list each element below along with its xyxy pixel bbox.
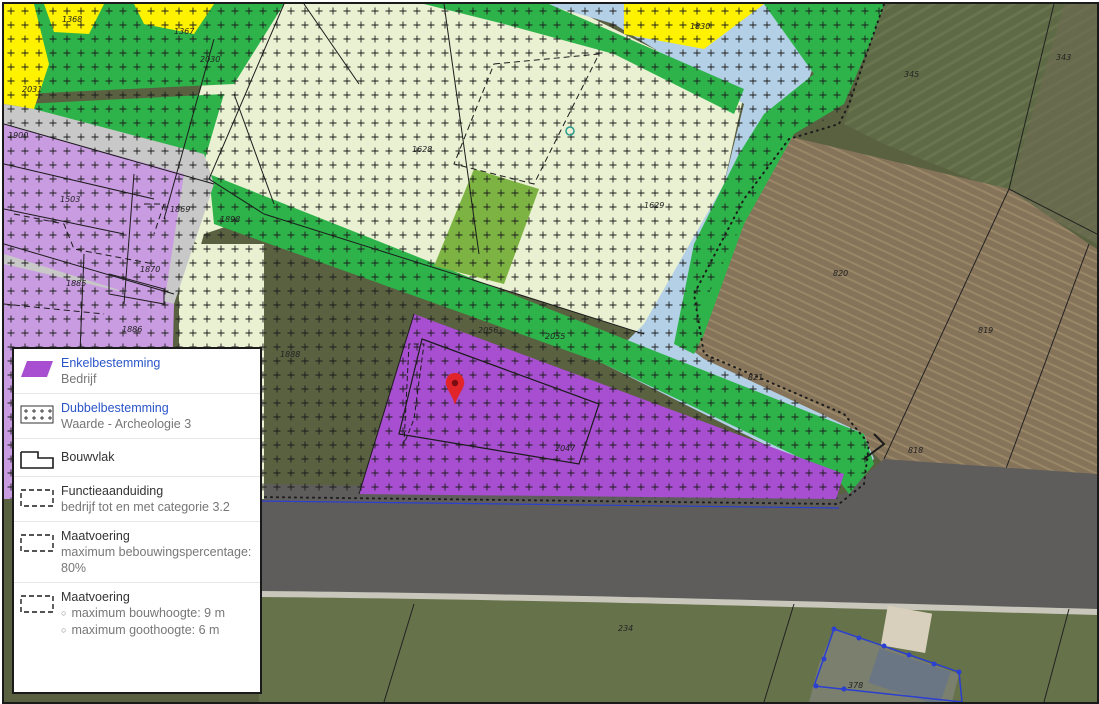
parcel-label: 1629 <box>644 201 664 210</box>
legend-title: Maatvoering <box>61 529 130 543</box>
parcel-label: 1830 <box>690 22 710 31</box>
legend-subtitle: bedrijf tot en met categorie 3.2 <box>61 500 230 514</box>
legend-title: Maatvoering <box>61 590 130 604</box>
parcel-label: 2030 <box>200 55 220 64</box>
legend-item-bouwvlak: Bouwvlak <box>14 439 260 477</box>
parcel-label: 1368 <box>62 15 82 24</box>
dashed-outline-icon <box>20 489 54 507</box>
parcel-label: 2047 <box>555 444 576 453</box>
parcel-label: 378 <box>848 681 863 690</box>
parcel-label: 1888 <box>280 350 300 359</box>
parcel-label: 1885 <box>66 279 86 288</box>
legend-title: Bouwvlak <box>61 450 115 464</box>
parcel-label: 1869 <box>170 205 190 214</box>
parcel-label: 1900 <box>8 131 28 140</box>
legend-subtitle: maximum bebouwingspercentage: 80% <box>61 545 252 575</box>
legend-bullet: maximum goothoogte: 6 m <box>61 622 225 639</box>
legend-subtitle: Bedrijf <box>61 372 97 386</box>
parcel-label: 1503 <box>60 195 80 204</box>
legend-item-archeologie: Dubbelbestemming Waarde - Archeologie 3 <box>14 394 260 439</box>
legend-bullet-list: maximum bouwhoogte: 9 m maximum goothoog… <box>61 605 225 639</box>
parcel-label: 819 <box>978 326 993 335</box>
legend-item-bedrijf: Enkelbestemming Bedrijf <box>14 349 260 394</box>
dashed-outline-icon <box>20 595 54 613</box>
purple-fill-icon <box>21 361 53 377</box>
legend-bullet: maximum bouwhoogte: 9 m <box>61 605 225 622</box>
legend-item-functieaanduiding: Functieaanduiding bedrijf tot en met cat… <box>14 477 260 522</box>
parcel-label: 1367 <box>174 27 195 36</box>
parcel-label: 1870 <box>140 265 160 274</box>
parcel-label: 1886 <box>122 325 142 334</box>
cross-hatch-icon <box>20 405 54 424</box>
legend-subtitle: Waarde - Archeologie 3 <box>61 417 192 431</box>
legend-item-maatvoering-percentage: Maatvoering maximum bebouwingspercentage… <box>14 522 260 583</box>
parcel-label: 1628 <box>412 145 432 154</box>
map-frame[interactable]: 1368 1367 2030 2031 1900 1503 1869 1898 … <box>2 2 1099 704</box>
legend-title[interactable]: Enkelbestemming <box>61 355 160 371</box>
legend-title[interactable]: Dubbelbestemming <box>61 400 191 416</box>
parcel-label: 820 <box>833 269 848 278</box>
parcel-label: 2055 <box>545 332 565 341</box>
parcel-label: 343 <box>1056 53 1071 62</box>
parcel-label: 345 <box>904 70 919 79</box>
legend-title: Functieaanduiding <box>61 484 164 498</box>
dashed-outline-icon <box>20 534 54 552</box>
parcel-label: 821 <box>748 373 763 382</box>
parcel-label: 818 <box>908 446 923 455</box>
sand-patch <box>880 605 933 654</box>
solid-outline-icon <box>20 451 54 469</box>
legend-item-maatvoering-hoogte: Maatvoering maximum bouwhoogte: 9 m maxi… <box>14 583 260 645</box>
parcel-label: 2031 <box>22 85 42 94</box>
map-legend: Enkelbestemming Bedrijf Dubbelbestemming… <box>12 347 262 694</box>
parcel-label: 1898 <box>220 215 240 224</box>
parcel-label: 234 <box>618 624 633 633</box>
parcel-label: 2056 <box>478 326 498 335</box>
